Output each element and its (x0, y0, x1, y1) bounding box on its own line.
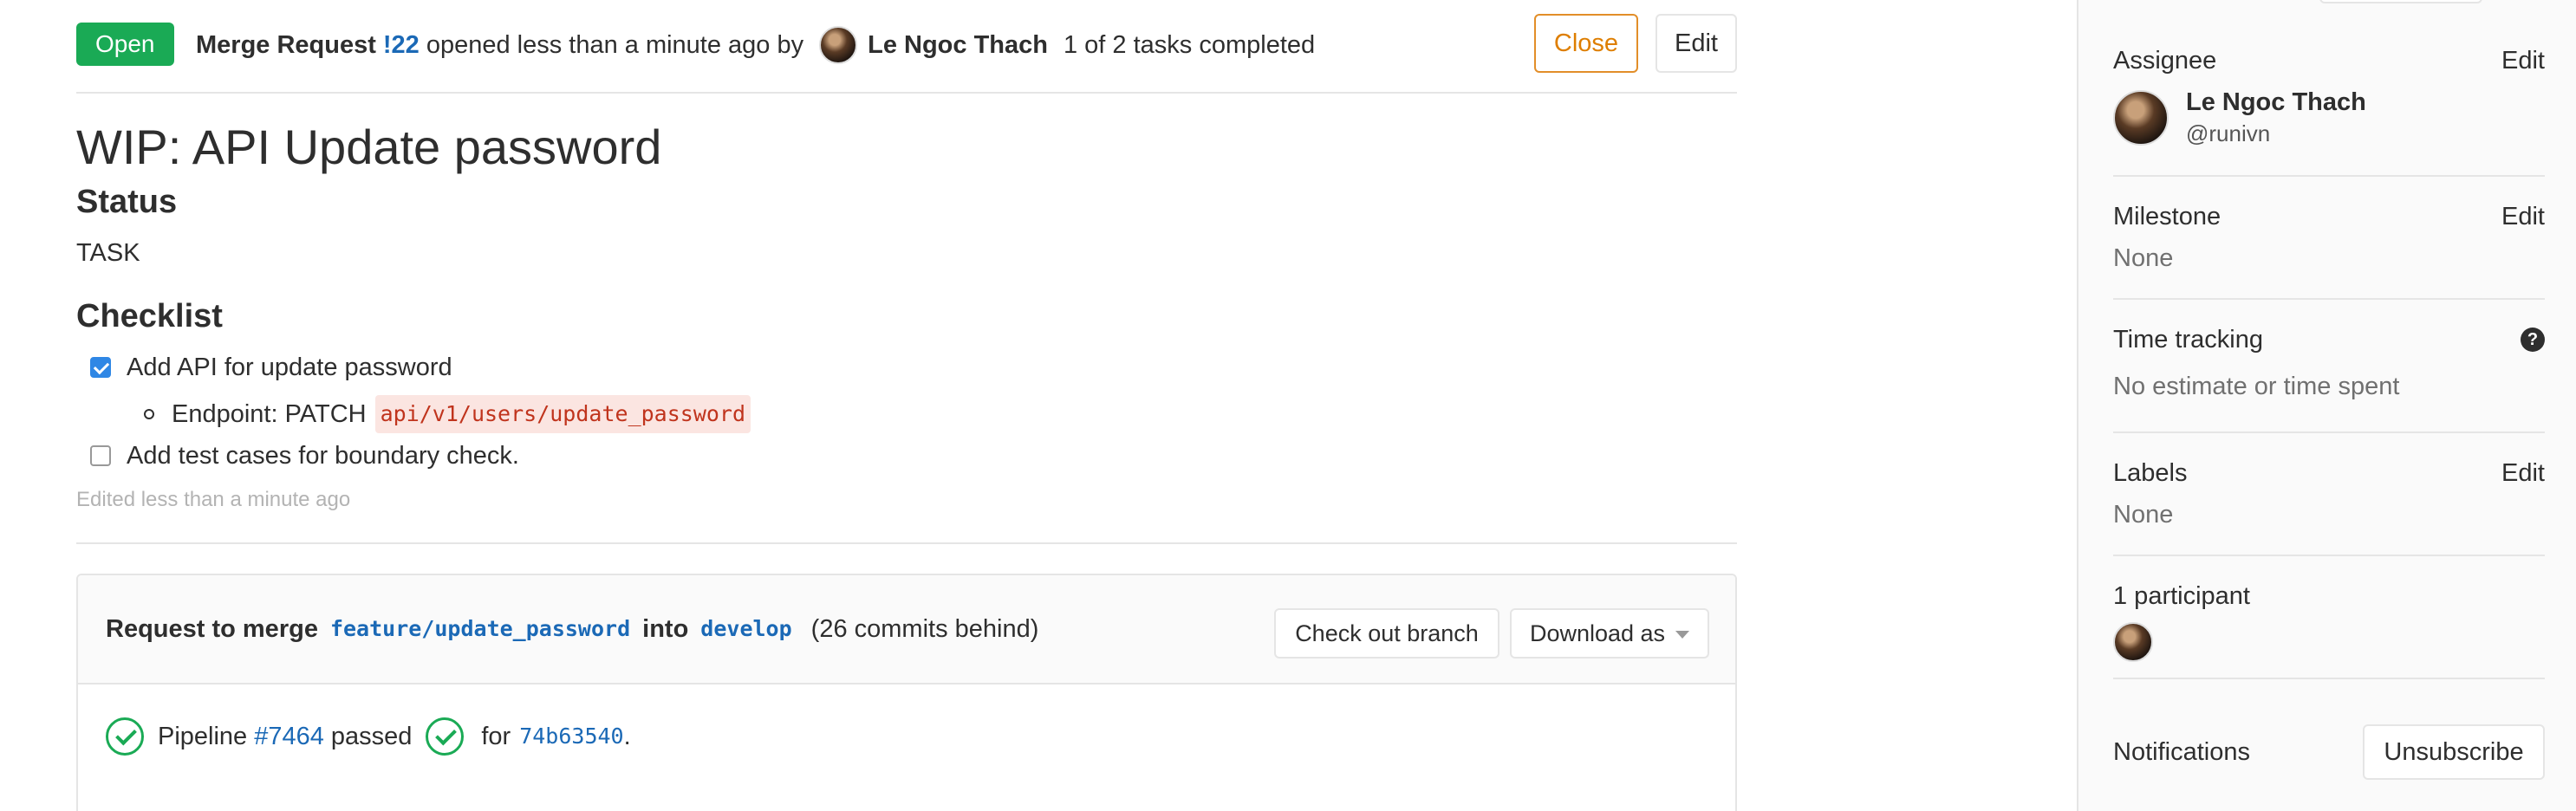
edit-button[interactable]: Edit (1656, 14, 1737, 73)
time-tracking-value: No estimate or time spent (2113, 373, 2400, 400)
author-avatar[interactable] (819, 26, 858, 64)
milestone-block: Milestone Edit None (2113, 177, 2545, 300)
commits-behind: (26 commits behind) (810, 615, 1039, 643)
assignee-username: @runivn (2186, 120, 2271, 146)
endpoint-code: api/v1/users/update_password (374, 395, 751, 433)
divider (76, 542, 1737, 544)
task-label: Add API for update password (127, 354, 452, 381)
target-branch-link[interactable]: develop (700, 612, 791, 646)
labels-edit-link[interactable]: Edit (2501, 457, 2545, 489)
pipeline-passed-icon[interactable] (106, 717, 144, 756)
merge-widget-header: Request to merge feature/update_password… (78, 575, 1735, 684)
merge-widget: Request to merge feature/update_password… (76, 574, 1737, 811)
assignee-avatar[interactable] (2113, 90, 2169, 146)
participants-block: 1 participant (2113, 556, 2545, 679)
task-checkbox-unchecked[interactable] (90, 445, 111, 466)
for-label: for (481, 723, 511, 750)
subitem-label: Endpoint: PATCH (172, 400, 367, 428)
pipeline-status: Pipeline #7464 passed for 74b63540 . (106, 717, 631, 756)
merge-request-main: Open Merge Request !22 opened less than … (76, 0, 1737, 811)
period: . (623, 723, 631, 750)
edited-timestamp: Edited less than a minute ago (76, 488, 351, 511)
assignee-name[interactable]: Le Ngoc Thach (2186, 87, 2366, 118)
close-button[interactable]: Close (1534, 14, 1638, 73)
assignee-edit-link[interactable]: Edit (2501, 45, 2545, 76)
commit-sha-link[interactable]: 74b63540 (519, 719, 623, 754)
request-to-merge-label: Request to merge (106, 615, 318, 643)
task-checkbox-checked[interactable] (90, 357, 111, 378)
pipeline-label: Pipeline (158, 723, 248, 750)
bullet-icon (144, 409, 154, 419)
participants-title: 1 participant (2113, 582, 2250, 610)
labels-value: None (2113, 501, 2174, 529)
merge-request-info: Request to merge feature/update_password… (106, 612, 1038, 646)
time-tracking-title: Time tracking (2113, 326, 2263, 354)
notifications-block: Notifications Unsubscribe (2113, 679, 2545, 811)
page-title: WIP: API Update password (76, 120, 662, 174)
milestone-value: None (2113, 244, 2174, 272)
tasks-completed: 1 of 2 tasks completed (1063, 31, 1316, 59)
source-branch-link[interactable]: feature/update_password (330, 612, 630, 646)
milestone-title: Milestone (2113, 203, 2221, 230)
pipeline-status-text: passed (330, 723, 413, 750)
caret-down-icon (1675, 631, 1690, 639)
detail-header: Open Merge Request !22 opened less than … (76, 0, 1737, 94)
status-badge: Open (76, 23, 174, 66)
milestone-edit-link[interactable]: Edit (2501, 201, 2545, 232)
checklist-heading: Checklist (76, 298, 223, 334)
labels-block: Labels Edit None (2113, 433, 2545, 556)
status-value: TASK (76, 239, 140, 267)
mr-label: Merge Request (196, 31, 376, 59)
status-heading: Status (76, 184, 178, 220)
assignee-block: Assignee Edit Le Ngoc Thach @runivn (2113, 0, 2545, 177)
labels-title: Labels (2113, 459, 2188, 487)
author-name[interactable]: Le Ngoc Thach (868, 27, 1048, 63)
into-label: into (642, 615, 689, 643)
download-as-dropdown[interactable]: Download as (1510, 608, 1709, 659)
header-meta: Merge Request !22 opened less than a min… (196, 26, 1315, 64)
task-item: Add test cases for boundary check. (90, 438, 519, 473)
pipeline-stage-passed-icon[interactable] (426, 717, 465, 756)
pipeline-link[interactable]: #7464 (254, 719, 324, 754)
task-subitem: Endpoint: PATCH api/v1/users/update_pass… (144, 395, 751, 433)
time-tracking-block: Time tracking ? No estimate or time spen… (2113, 300, 2545, 433)
right-sidebar: Assignee Edit Le Ngoc Thach @runivn Mile… (2077, 0, 2576, 811)
opened-text: opened less than a minute ago by (426, 31, 804, 59)
task-item: Add API for update password (90, 350, 452, 385)
notifications-title: Notifications (2113, 738, 2250, 766)
participant-avatar[interactable] (2113, 622, 2153, 662)
download-as-label: Download as (1529, 620, 1666, 646)
help-icon[interactable]: ? (2521, 328, 2545, 352)
assignee-title: Assignee (2113, 47, 2217, 75)
task-label: Add test cases for boundary check. (127, 442, 519, 470)
unsubscribe-button[interactable]: Unsubscribe (2363, 724, 2545, 780)
checkout-branch-button[interactable]: Check out branch (1274, 608, 1499, 659)
mr-ref-link[interactable]: !22 (383, 27, 420, 63)
